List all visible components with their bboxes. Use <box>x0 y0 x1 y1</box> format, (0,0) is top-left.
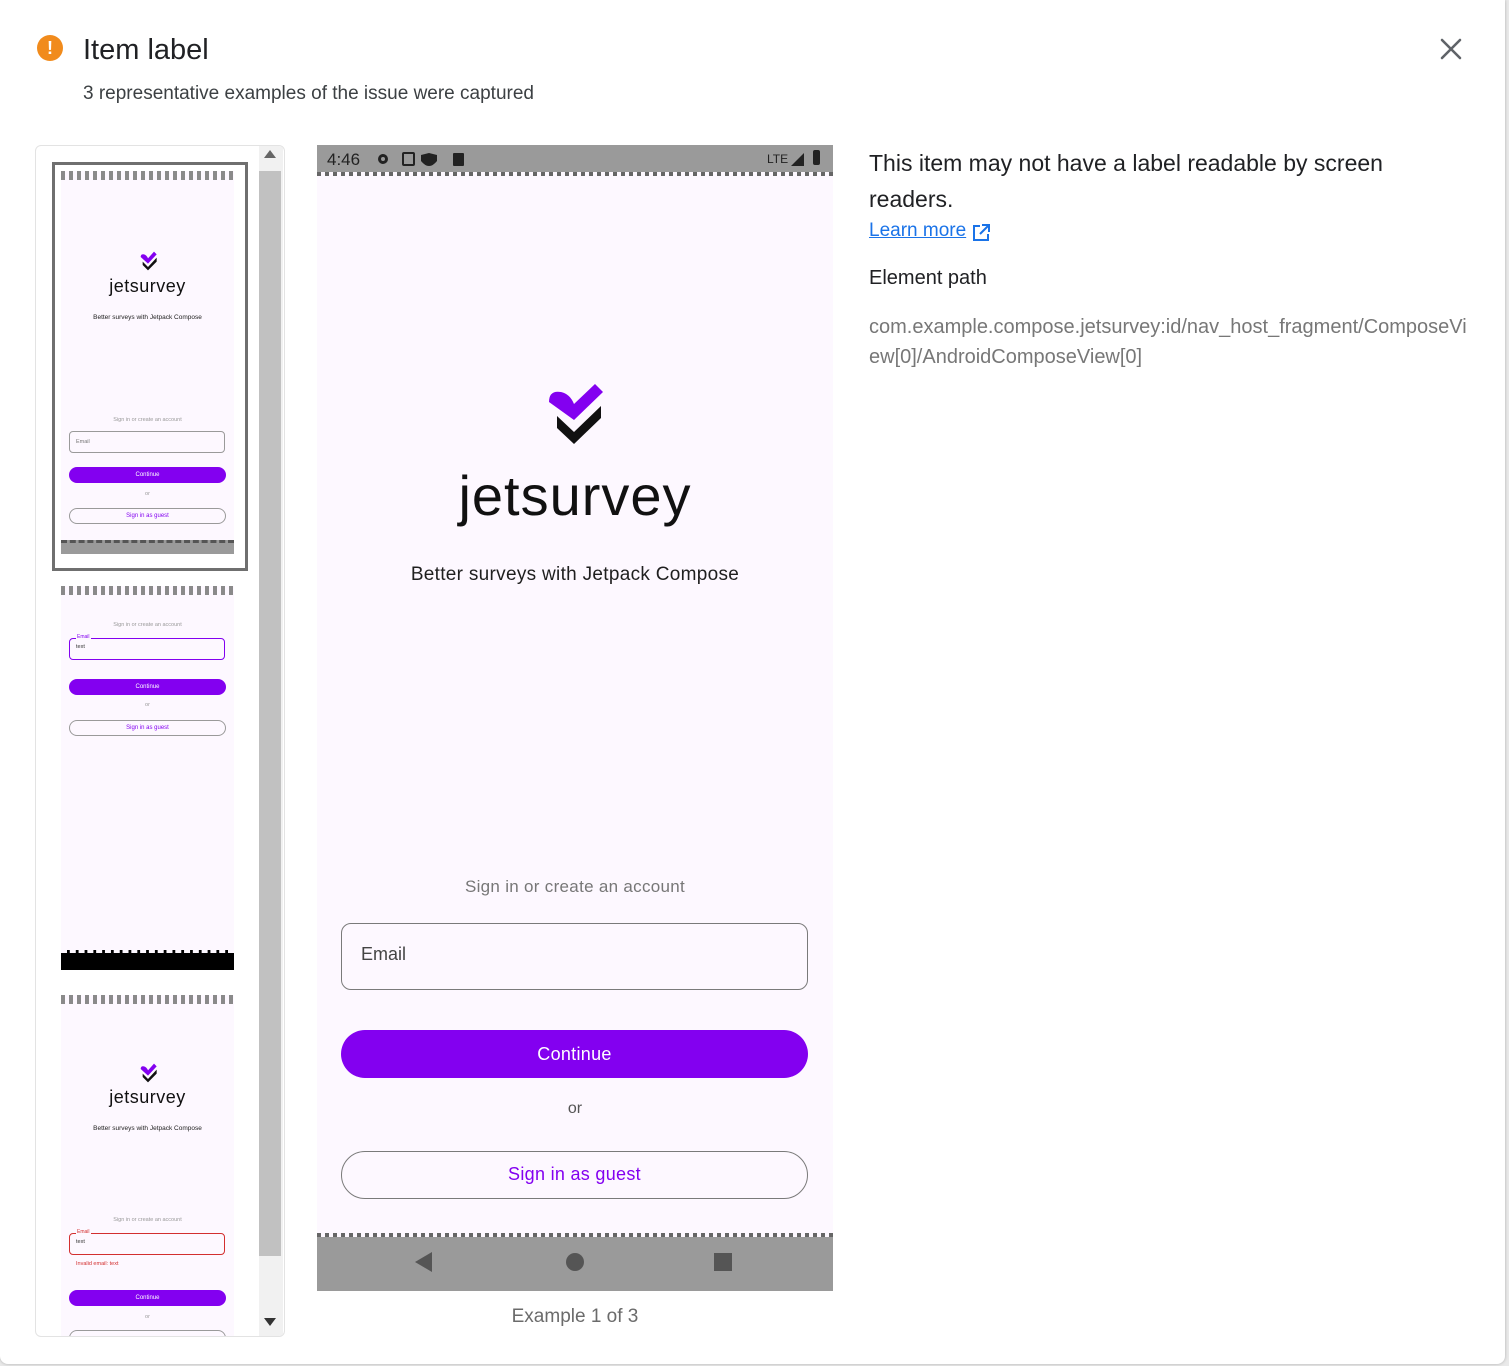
thumbnail-example-1[interactable]: jetsurvey Better surveys with Jetpack Co… <box>61 171 234 554</box>
element-path-value: com.example.compose.jetsurvey:id/nav_hos… <box>869 316 1467 368</box>
scroll-down-arrow-icon[interactable] <box>264 1318 276 1326</box>
thumb-or-text: or <box>145 491 150 497</box>
close-icon[interactable] <box>1434 32 1468 66</box>
thumb-guest-button: Sign in as guest <box>69 508 226 524</box>
thumbnail-example-2[interactable]: Sign in or create an account Email text … <box>61 586 234 970</box>
nav-home-icon <box>566 1253 584 1271</box>
issue-description: This item may not have a label readable … <box>869 150 1383 212</box>
or-text: or <box>567 1100 583 1117</box>
thumb-email-field: Email text <box>69 1229 225 1255</box>
external-link-icon[interactable] <box>971 223 991 243</box>
signin-prompt: Sign in or create an account <box>464 877 686 896</box>
thumb-email-label: Email <box>76 1229 91 1235</box>
navigation-bar <box>317 1233 833 1291</box>
jetsurvey-logo-icon <box>549 384 603 444</box>
scroll-up-arrow-icon[interactable] <box>264 150 276 158</box>
warning-icon: ! <box>37 35 63 61</box>
nav-recents-icon <box>714 1253 732 1271</box>
thumb-guest-button: Sign in as guest <box>69 720 226 736</box>
jetsurvey-logo-icon <box>140 1063 157 1083</box>
status-notification-icons <box>378 152 464 166</box>
thumb-tagline: Better surveys with Jetpack Compose <box>93 314 202 321</box>
thumb-email-value: text <box>76 644 85 650</box>
thumb-continue-button: Continue <box>69 679 226 695</box>
thumb-guest-button <box>69 1330 226 1336</box>
thumb-status-bar <box>61 171 234 180</box>
thumb-continue-button: Continue <box>69 467 226 483</box>
sign-in-as-guest-button: Sign in as guest <box>341 1151 808 1199</box>
example-thumbnail-list[interactable]: jetsurvey Better surveys with Jetpack Co… <box>35 145 285 1337</box>
element-path-heading: Element path <box>869 267 987 289</box>
scrollbar-thumb[interactable] <box>259 171 281 1256</box>
thumb-logo-text: jetsurvey <box>109 276 186 296</box>
status-bar: 4:46 LTE <box>317 145 833 176</box>
thumb-signin-prompt: Sign in or create an account <box>113 417 182 423</box>
issue-dialog: ! Item label 3 representative examples o… <box>0 0 1505 1364</box>
tagline: Better surveys with Jetpack Compose <box>410 564 740 585</box>
dialog-title: Item label <box>83 34 209 66</box>
thumb-or-text: or <box>145 1314 150 1320</box>
thumb-email-field: Email text <box>69 634 225 660</box>
thumb-logo-text: jetsurvey <box>109 1087 186 1107</box>
email-label: Email <box>361 944 407 964</box>
battery-icon <box>813 150 820 165</box>
thumb-error-text: Invalid email: text <box>76 1261 119 1267</box>
thumb-tagline: Better surveys with Jetpack Compose <box>93 1125 202 1132</box>
thumb-keyboard-area <box>61 950 234 970</box>
jetsurvey-logo-text: jetsurvey <box>458 464 692 527</box>
thumbnail-example-3[interactable]: jetsurvey Better surveys with Jetpack Co… <box>61 995 234 1336</box>
thumb-status-bar <box>61 995 234 1004</box>
thumb-email-label: Email <box>76 634 91 640</box>
thumb-email-value: text <box>76 1239 85 1245</box>
thumb-email-field: Email <box>69 431 225 453</box>
thumb-continue-button: Continue <box>69 1290 226 1306</box>
thumb-signin-prompt: Sign in or create an account <box>113 622 182 628</box>
dialog-subtitle: 3 representative examples of the issue w… <box>83 83 534 104</box>
example-screenshot-preview: 4:46 LTE jetsurvey Better surveys with J… <box>317 145 833 1291</box>
status-network-label: LTE <box>767 152 789 166</box>
learn-more-link[interactable]: Learn more <box>869 220 966 242</box>
status-time: 4:46 <box>327 150 361 169</box>
thumb-nav-bar <box>61 540 234 554</box>
continue-button: Continue <box>341 1030 808 1078</box>
thumb-or-text: or <box>145 702 150 708</box>
jetsurvey-logo-icon <box>140 251 157 271</box>
nav-back-icon <box>415 1252 432 1272</box>
thumb-status-bar <box>61 586 234 595</box>
email-field: Email <box>341 923 808 990</box>
thumb-signin-prompt: Sign in or create an account <box>113 1217 182 1223</box>
example-caption: Example 1 of 3 <box>511 1306 639 1327</box>
signal-icon <box>791 153 804 166</box>
